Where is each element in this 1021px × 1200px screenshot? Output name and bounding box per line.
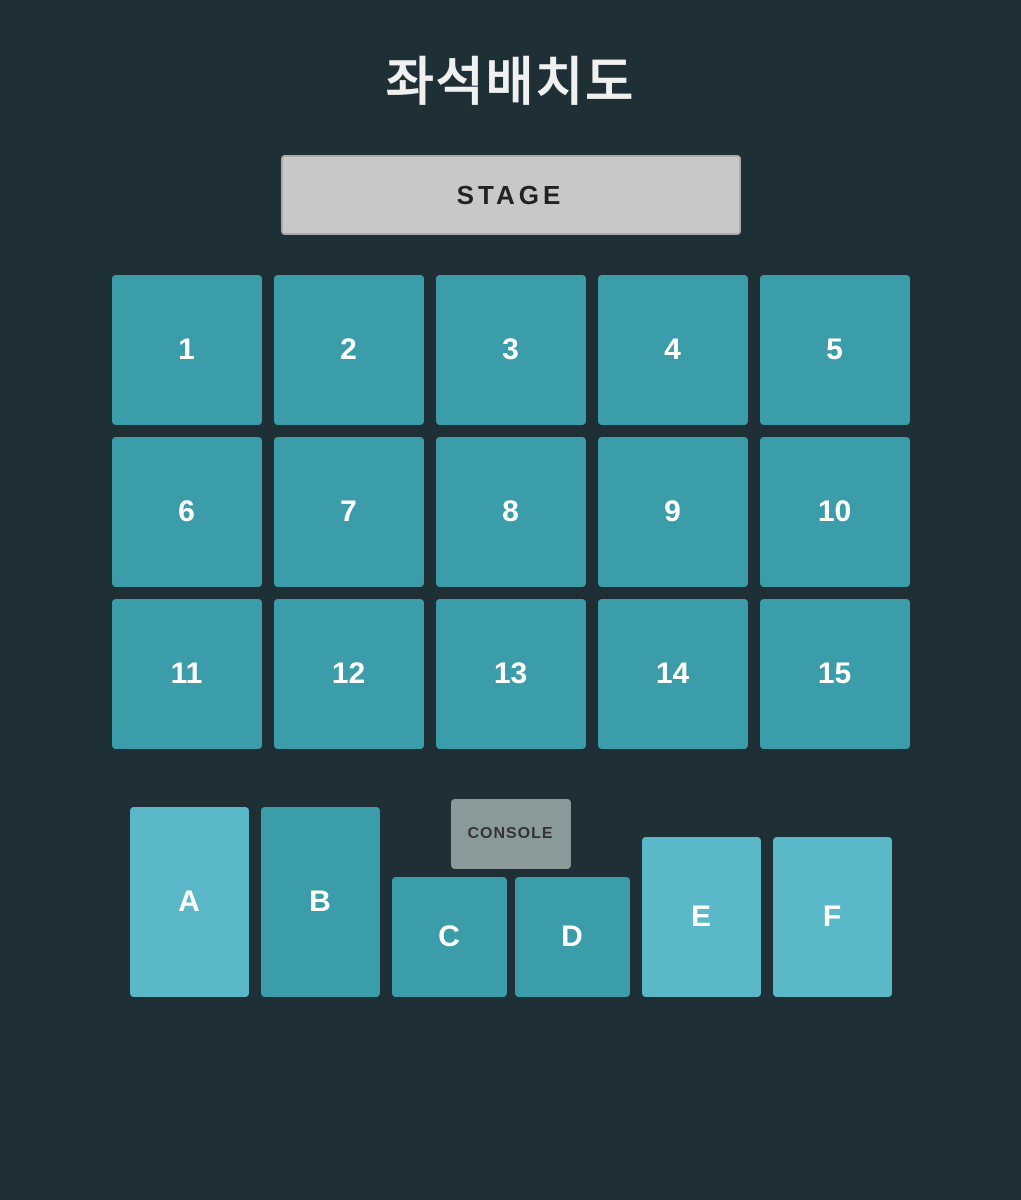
stage-box: STAGE: [281, 155, 741, 235]
seat-14[interactable]: 14: [598, 599, 748, 749]
seat-11[interactable]: 11: [112, 599, 262, 749]
seat-5[interactable]: 5: [760, 275, 910, 425]
stage-label: STAGE: [457, 180, 565, 211]
seat-b[interactable]: B: [261, 807, 380, 997]
seat-9[interactable]: 9: [598, 437, 748, 587]
seat-4[interactable]: 4: [598, 275, 748, 425]
seat-12[interactable]: 12: [274, 599, 424, 749]
page-title: 좌석배치도: [386, 40, 635, 115]
seat-e[interactable]: E: [642, 837, 761, 997]
seat-d[interactable]: D: [515, 877, 630, 997]
seat-13[interactable]: 13: [436, 599, 586, 749]
seat-6[interactable]: 6: [112, 437, 262, 587]
seat-1[interactable]: 1: [112, 275, 262, 425]
seat-15[interactable]: 15: [760, 599, 910, 749]
page-wrapper: 좌석배치도 STAGE 1 2 3 4 5 6 7 8: [0, 0, 1021, 1200]
seat-10[interactable]: 10: [760, 437, 910, 587]
seat-8[interactable]: 8: [436, 437, 586, 587]
seat-c[interactable]: C: [392, 877, 507, 997]
seat-2[interactable]: 2: [274, 275, 424, 425]
seat-7[interactable]: 7: [274, 437, 424, 587]
seat-3[interactable]: 3: [436, 275, 586, 425]
main-seating-grid: 1 2 3 4 5 6 7 8 9 10 11: [112, 275, 910, 749]
stage-container: STAGE: [281, 155, 741, 235]
seat-f[interactable]: F: [773, 837, 892, 997]
seat-a[interactable]: A: [130, 807, 249, 997]
cd-column: CONSOLE C D: [392, 799, 630, 997]
cd-pair: C D: [392, 877, 630, 997]
back-row-container: A B CONSOLE C D E F: [130, 799, 892, 997]
console-box: CONSOLE: [451, 799, 571, 869]
